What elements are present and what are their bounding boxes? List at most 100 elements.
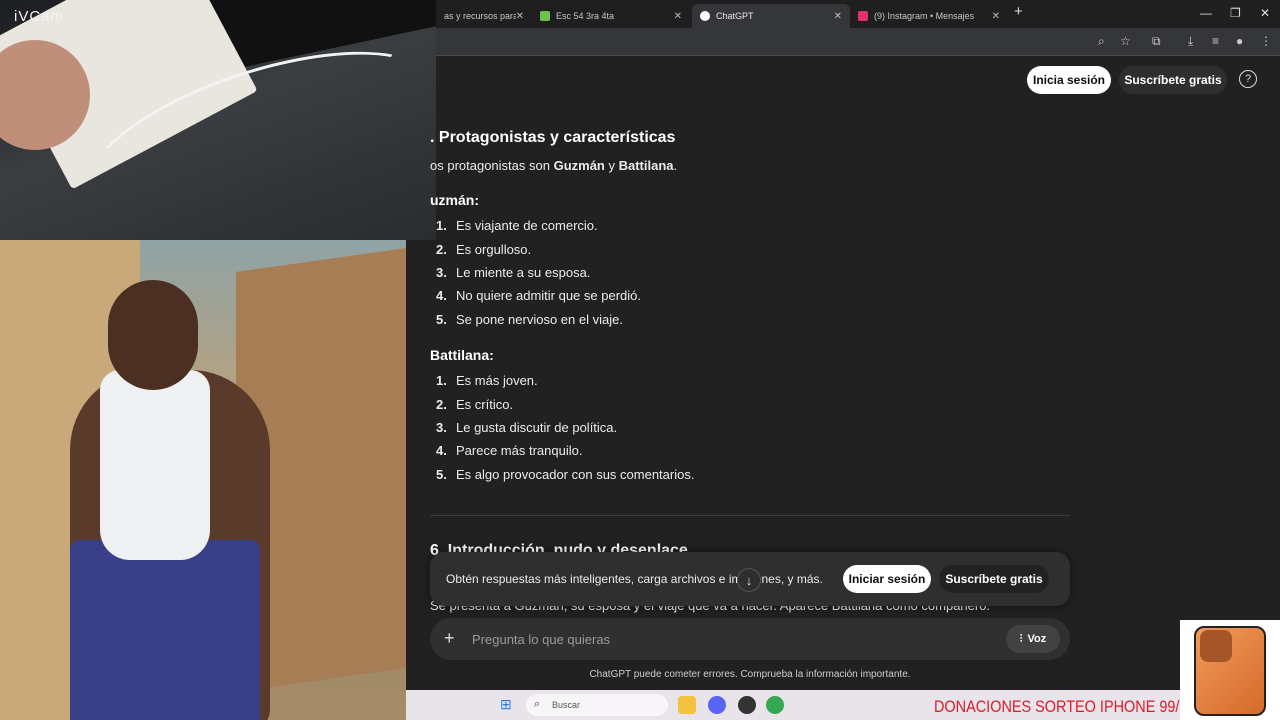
tab-title: (9) Instagram • Mensajes bbox=[874, 11, 975, 21]
bookmark-star-icon[interactable]: ☆ bbox=[1120, 34, 1131, 48]
tab-chatgpt[interactable]: ChatGPT ✕ bbox=[692, 4, 850, 28]
list-item: 3. Le miente a su esposa. bbox=[430, 261, 1070, 284]
phone-camera-image bbox=[1200, 630, 1232, 662]
character-pants bbox=[70, 540, 260, 720]
close-tab-icon[interactable]: ✕ bbox=[992, 11, 1000, 22]
intro-text: os protagonistas son bbox=[430, 158, 554, 173]
list-text: Es orgulloso. bbox=[456, 241, 532, 257]
tab-esc54[interactable]: Esc 54 3ra 4ta ✕ bbox=[532, 4, 690, 28]
list-text: Le miente a su esposa. bbox=[456, 264, 591, 280]
login-button[interactable]: Inicia sesión bbox=[1027, 66, 1111, 94]
chatgpt-icon bbox=[700, 11, 710, 21]
character-head bbox=[108, 280, 198, 390]
list-item: 2. Es crítico. bbox=[430, 392, 1070, 415]
file-explorer-icon[interactable] bbox=[678, 696, 696, 714]
subscribe-button[interactable]: Suscríbete gratis bbox=[1119, 66, 1227, 94]
battilana-heading: Battilana: bbox=[430, 346, 494, 363]
intro-text: y bbox=[604, 158, 619, 173]
intro-text: . bbox=[673, 158, 678, 173]
chrome-icon[interactable] bbox=[766, 696, 784, 714]
instagram-icon bbox=[858, 11, 868, 21]
section-heading: . Protagonistas y características bbox=[430, 129, 676, 146]
browser-tabbar: as y recursos para l ✕ Esc 54 3ra 4ta ✕ … bbox=[436, 0, 1280, 28]
list-text: Es viajante de comercio. bbox=[456, 218, 598, 234]
profile-avatar-icon[interactable]: ● bbox=[1236, 34, 1243, 48]
webcam-overlay-bottom bbox=[0, 240, 406, 720]
list-item: 4. Parece más tranquilo. bbox=[430, 439, 1070, 462]
list-number: 1. bbox=[436, 373, 447, 389]
close-tab-icon[interactable]: ✕ bbox=[516, 11, 524, 22]
tab-instagram[interactable]: (9) Instagram • Mensajes ✕ bbox=[850, 4, 1008, 28]
list-item: 4. No quiere admitir que se perdió. bbox=[430, 284, 1070, 307]
zoom-icon[interactable]: ⌕ bbox=[1098, 34, 1105, 49]
list-number: 3. bbox=[436, 264, 447, 280]
list-text: Es crítico. bbox=[456, 396, 514, 412]
browser-toolbar: ⌕ ☆ ⧉ ⤓ ≡ ● ⋮ bbox=[436, 28, 1280, 56]
disclaimer-text: ChatGPT puede cometer errores. Comprueba… bbox=[589, 669, 911, 680]
new-tab-icon[interactable]: + bbox=[1014, 3, 1023, 20]
intro-name-battilana: Battilana bbox=[618, 158, 674, 173]
list-number: 2. bbox=[436, 396, 447, 412]
list-number: 3. bbox=[436, 419, 447, 435]
webcam-label: iVCam bbox=[14, 8, 65, 25]
chat-message: . Protagonistas y características os pro… bbox=[430, 104, 1070, 486]
tab-recursos[interactable]: as y recursos para l ✕ bbox=[436, 4, 532, 28]
close-window-icon[interactable]: ✕ bbox=[1260, 6, 1270, 20]
list-item: 1. Es viajante de comercio. bbox=[430, 214, 1070, 237]
voice-label: Voz bbox=[1027, 633, 1047, 645]
tab-title: ChatGPT bbox=[716, 11, 754, 21]
banner-text: Obtén respuestas más inteligentes, carga… bbox=[446, 572, 823, 586]
list-number: 4. bbox=[436, 443, 447, 459]
banner-login-button[interactable]: Iniciar sesión bbox=[843, 565, 931, 593]
reading-list-icon[interactable]: ≡ bbox=[1212, 34, 1219, 48]
chatgpt-header: Inicia sesión Suscríbete gratis ? bbox=[436, 57, 1280, 103]
help-icon[interactable]: ? bbox=[1239, 70, 1257, 88]
list-number: 5. bbox=[436, 466, 447, 482]
download-icon[interactable]: ⤓ bbox=[1188, 34, 1193, 49]
minimize-icon[interactable]: — bbox=[1200, 6, 1212, 20]
guzman-list: 1. Es viajante de comercio. 2. Es orgullos… bbox=[430, 214, 1070, 331]
list-text: Le gusta discutir de política. bbox=[456, 419, 618, 435]
search-icon: ⌕ bbox=[534, 698, 541, 710]
prompt-input[interactable] bbox=[472, 629, 952, 649]
tab-title: as y recursos para l bbox=[444, 11, 516, 21]
close-tab-icon[interactable]: ✕ bbox=[674, 11, 682, 22]
list-number: 4. bbox=[436, 288, 447, 304]
list-item: 3. Le gusta discutir de política. bbox=[430, 416, 1070, 439]
taskbar-search[interactable]: ⌕ Buscar bbox=[526, 694, 668, 716]
list-item: 5. Es algo provocador con sus comentarios… bbox=[430, 463, 1070, 486]
extensions-icon[interactable]: ⧉ bbox=[1152, 34, 1161, 49]
close-tab-icon[interactable]: ✕ bbox=[834, 11, 842, 22]
tab-title: Esc 54 3ra 4ta bbox=[556, 11, 615, 21]
section-divider bbox=[430, 515, 1070, 516]
donation-overlay-text: DONACIONES SORTEO IPHONE 99/100 bbox=[934, 697, 1204, 716]
maximize-icon[interactable]: ❐ bbox=[1230, 6, 1241, 20]
menu-kebab-icon[interactable]: ⋮ bbox=[1260, 34, 1272, 48]
discord-icon[interactable] bbox=[708, 696, 726, 714]
windows-start-icon[interactable]: ⊞ bbox=[500, 696, 512, 713]
taskbar-search-placeholder: Buscar bbox=[552, 700, 581, 710]
list-text: Se pone nervioso en el viaje. bbox=[456, 311, 623, 327]
battilana-list: 1. Es más joven. 2. Es crítico. 3. Le gusta… bbox=[430, 369, 1070, 486]
webcam-overlay-top: iVCam bbox=[0, 0, 436, 240]
list-item: 5. Se pone nervioso en el viaje. bbox=[430, 308, 1070, 331]
sheets-icon bbox=[540, 11, 550, 21]
intro-paragraph: os protagonistas son Guzmán y Battilana. bbox=[430, 158, 1070, 173]
list-text: Parece más tranquilo. bbox=[456, 443, 583, 459]
scroll-down-arrow-icon[interactable]: ↓ bbox=[737, 568, 761, 592]
list-number: 5. bbox=[436, 311, 447, 327]
list-text: Es más joven. bbox=[456, 373, 538, 389]
list-number: 1. bbox=[436, 218, 447, 234]
list-text: No quiere admitir que se perdió. bbox=[456, 288, 641, 304]
character-shirt bbox=[100, 370, 210, 560]
list-text: Es algo provocador con sus comentarios. bbox=[456, 466, 695, 482]
guzman-heading: uzmán: bbox=[430, 192, 479, 208]
list-number: 2. bbox=[436, 241, 447, 257]
voice-button[interactable]: ⫶ Voz bbox=[1006, 625, 1060, 653]
prompt-composer: + ⫶ Voz bbox=[430, 618, 1070, 660]
attach-plus-icon[interactable]: + bbox=[444, 628, 455, 649]
banner-subscribe-button[interactable]: Suscríbete gratis bbox=[939, 565, 1049, 593]
list-item: 2. Es orgulloso. bbox=[430, 237, 1070, 260]
voice-wave-icon: ⫶ bbox=[1019, 632, 1023, 645]
app-icon[interactable] bbox=[738, 696, 756, 714]
